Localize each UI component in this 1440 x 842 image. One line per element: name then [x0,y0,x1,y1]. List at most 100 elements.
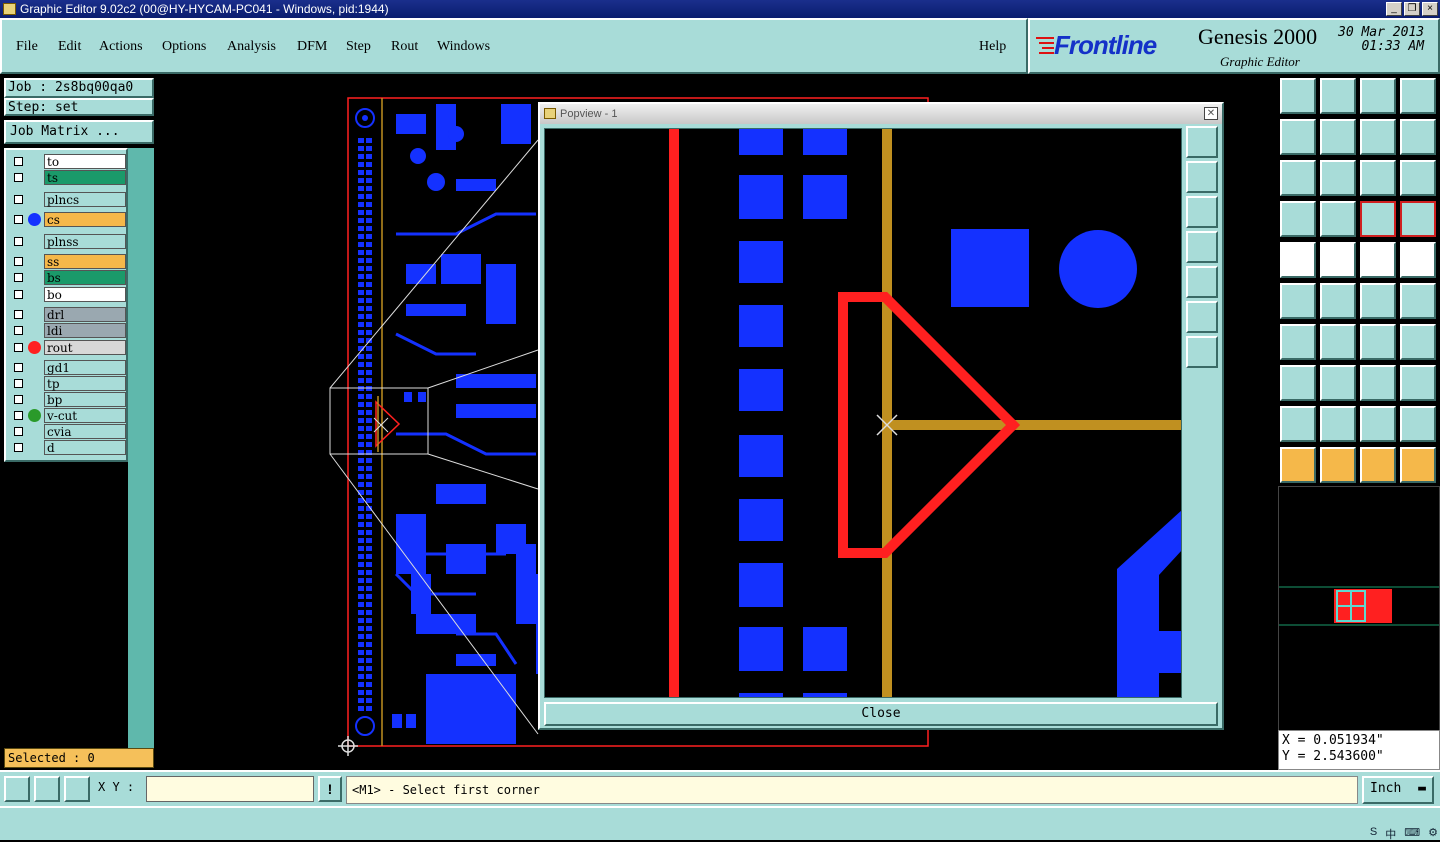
layer-row-d[interactable]: d [8,440,126,455]
popview-pan-down-icon[interactable] [1186,196,1218,228]
ruler-icon[interactable] [1360,242,1396,278]
grid-toggle-icon[interactable] [1320,201,1356,237]
layer-name[interactable]: plncs [44,192,126,207]
shape-group-icon[interactable] [1400,365,1436,401]
layer-scroll-strip[interactable] [128,148,154,748]
layer-checkbox[interactable] [14,157,23,166]
layer-name[interactable]: bp [44,392,126,407]
popview-close-button[interactable]: Close [544,702,1218,726]
popview-zoom-fit-icon[interactable] [1186,126,1218,158]
circle-pad-icon[interactable] [1400,242,1436,278]
popview-zoom-out-icon[interactable] [1186,336,1218,368]
layer-name[interactable]: bs [44,270,126,285]
ratio-icon[interactable] [1360,160,1396,196]
maximize-button[interactable]: ❐ [1404,2,1420,16]
popview-pan-up-icon[interactable] [1186,161,1218,193]
popview-zoom-in-icon[interactable] [1186,301,1218,333]
layer-checkbox[interactable] [14,257,23,266]
layer-color-icon[interactable] [1360,201,1396,237]
minimize-button[interactable]: _ [1386,2,1402,16]
layer-color-alt-icon[interactable] [1400,201,1436,237]
measure-box-icon[interactable] [1360,365,1396,401]
draw-line-icon[interactable] [1280,324,1316,360]
center-icon[interactable] [1320,160,1356,196]
layer-checkbox[interactable] [14,237,23,246]
pan-right-icon[interactable] [1320,119,1356,155]
window-split-icon[interactable] [1400,78,1436,114]
layer-name[interactable]: plnss [44,234,126,249]
layer-row-bo[interactable]: bo [8,287,126,302]
layer-checkbox[interactable] [14,395,23,404]
layer-checkbox[interactable] [14,290,23,299]
help-query-icon[interactable] [1400,160,1436,196]
layer-checkbox[interactable] [14,379,23,388]
fit-zoom-icon[interactable] [1280,160,1316,196]
pad-icon[interactable] [1280,242,1316,278]
select-box-icon[interactable] [1320,447,1356,483]
layer-checkbox[interactable] [14,173,23,182]
text-tool-icon[interactable] [1400,324,1436,360]
layer-name[interactable]: ts [44,170,126,185]
layer-name[interactable]: rout [44,340,126,355]
split-line-icon[interactable] [1320,365,1356,401]
layer-row-ldi[interactable]: ldi [8,323,126,338]
layer-name[interactable]: to [44,154,126,169]
move-point-icon[interactable] [1360,283,1396,319]
cut-icon[interactable] [1280,201,1316,237]
move-point-alt-icon[interactable] [1400,283,1436,319]
layer-row-plncs[interactable]: plncs [8,192,126,207]
mirror-icon[interactable] [1360,119,1396,155]
flip-icon[interactable] [1400,119,1436,155]
warning-icon[interactable]: ! [318,776,342,802]
layer-checkbox[interactable] [14,273,23,282]
layer-row-ts[interactable]: ts [8,170,126,185]
layer-checkbox[interactable] [14,310,23,319]
home-icon[interactable] [1360,78,1396,114]
triangle-icon[interactable] [1280,406,1316,442]
measure-icon[interactable] [34,776,60,802]
job-matrix-button[interactable]: Job Matrix ... [4,120,154,144]
triangle-alt-icon[interactable] [1320,406,1356,442]
menu-rout[interactable]: Rout [391,39,418,55]
layer-name[interactable]: v-cut [44,408,126,423]
route-select-icon[interactable] [1400,447,1436,483]
layer-checkbox[interactable] [14,326,23,335]
line-tool-icon[interactable] [1320,324,1356,360]
menu-step[interactable]: Step [346,39,371,55]
edit-shape-icon[interactable] [1320,242,1356,278]
popview-close-icon[interactable]: ✕ [1204,107,1218,120]
layer-row-drl[interactable]: drl [8,307,126,322]
popview-pan-right-icon[interactable] [1186,266,1218,298]
open-job-icon[interactable] [1280,78,1316,114]
layer-row-bp[interactable]: bp [8,392,126,407]
snap-cross-icon[interactable] [1320,283,1356,319]
popview-pan-left-icon[interactable] [1186,231,1218,263]
pad-select-icon[interactable] [1280,365,1316,401]
layer-row-to[interactable]: to [8,154,126,169]
zoom-window-icon[interactable] [4,776,30,802]
layer-name[interactable]: ldi [44,323,126,338]
layer-checkbox[interactable] [14,411,23,420]
menu-options[interactable]: Options [162,39,206,55]
layer-row-plnss[interactable]: plnss [8,234,126,249]
layer-name[interactable]: cs [44,212,126,227]
layer-checkbox[interactable] [14,215,23,224]
layer-name[interactable]: drl [44,307,126,322]
layer-name[interactable]: tp [44,376,126,391]
layer-name[interactable]: ss [44,254,126,269]
layer-checkbox[interactable] [14,343,23,352]
layer-name[interactable]: d [44,440,126,455]
layer-row-gd1[interactable]: gd1 [8,360,126,375]
layer-checkbox[interactable] [14,363,23,372]
layer-row-v-cut[interactable]: v-cut [8,408,126,423]
menu-help[interactable]: Help [979,39,1006,55]
menu-actions[interactable]: Actions [99,39,143,55]
menu-windows[interactable]: Windows [437,39,490,55]
xy-input[interactable] [146,776,314,802]
layer-checkbox[interactable] [14,195,23,204]
popview-canvas[interactable] [544,128,1182,698]
layer-row-ss[interactable]: ss [8,254,126,269]
layer-row-cvia[interactable]: cvia [8,424,126,439]
snap-grid-icon[interactable] [64,776,90,802]
layer-row-tp[interactable]: tp [8,376,126,391]
